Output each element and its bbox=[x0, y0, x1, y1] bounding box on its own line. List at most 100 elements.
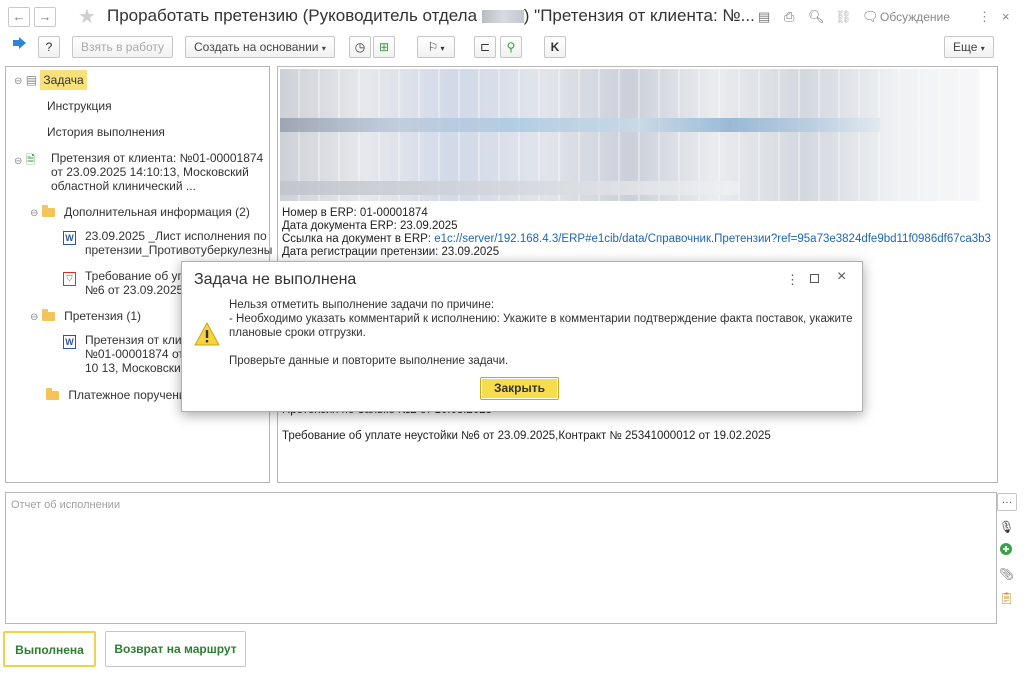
doc1-line-1: 23.09.2025 _Лист исполнения по bbox=[85, 229, 267, 243]
back-button[interactable]: ← bbox=[8, 7, 30, 27]
tree-item-doc2[interactable]: Требование об упл №6 от 23.09.2025 bbox=[85, 269, 191, 297]
discussion-label[interactable]: Обсуждение bbox=[880, 10, 950, 24]
window-menu-button[interactable]: ⋮ bbox=[978, 9, 991, 25]
close-window-icon[interactable]: × bbox=[1002, 9, 1010, 24]
collapse-icon[interactable]: ⊖ bbox=[30, 208, 38, 219]
done-button[interactable]: Выполнена bbox=[3, 631, 96, 667]
link-icon[interactable]: ⛓︎ bbox=[835, 9, 852, 25]
flag-menu-button[interactable]: ⚐ ▾ bbox=[417, 36, 455, 58]
more-button[interactable]: Еще ▾ bbox=[944, 36, 994, 58]
tree-item-doc1[interactable]: 23.09.2025 _Лист исполнения по претензии… bbox=[85, 229, 272, 257]
erp-link[interactable]: e1c://server/192.168.4.3/ERP#e1cib/data/… bbox=[434, 233, 991, 245]
attach-icon[interactable]: 📎︎ bbox=[999, 567, 1014, 581]
collapse-icon[interactable]: ⊖ bbox=[14, 76, 22, 87]
forward-button[interactable]: → bbox=[34, 7, 56, 27]
word-doc-icon-wrap: W bbox=[63, 230, 76, 245]
flag-icon: ⚐ bbox=[427, 40, 439, 54]
claim-line-2: от 23.09.2025 14:10:13, Московский bbox=[51, 165, 249, 179]
claim-doc-line-3: 10 13, Московский bbox=[85, 361, 188, 375]
erp-date: Дата документа ERP: 23.09.2025 bbox=[282, 220, 458, 232]
k-button[interactable]: K bbox=[544, 36, 566, 58]
folder-icon bbox=[46, 388, 59, 401]
folder-icon bbox=[41, 205, 55, 218]
tree-item-history[interactable]: История выполнения bbox=[47, 125, 165, 139]
form-icon: ▤ bbox=[25, 73, 38, 87]
claims-folder-label: Претензия (1) bbox=[64, 309, 142, 323]
document-arrow-icon: 🗎︎ bbox=[25, 153, 36, 167]
help-icon[interactable]: ? bbox=[38, 36, 60, 58]
claim-line-1: Претензия от клиента: №01-00001874 bbox=[51, 151, 264, 165]
claim-line-3: областной клинический ... bbox=[51, 179, 196, 193]
penalty-line: Требование об уплате неустойки №6 от 23.… bbox=[282, 430, 771, 442]
more-label: Еще bbox=[953, 40, 978, 54]
claim-doc-line-1: Претензия от клие bbox=[85, 333, 189, 347]
open-editor-button[interactable]: … bbox=[997, 493, 1017, 511]
word-doc-icon: W bbox=[63, 335, 76, 349]
chevron-down-icon: ▾ bbox=[321, 44, 326, 53]
redacted-chip bbox=[481, 10, 524, 24]
doc2-line-2: №6 от 23.09.2025 bbox=[85, 283, 184, 297]
tree-item-claim[interactable]: ⊖ 🗎︎ bbox=[14, 151, 35, 172]
print-icon[interactable]: ⎙ bbox=[784, 9, 794, 25]
chevron-down-icon: ▾ bbox=[438, 44, 445, 53]
redacted-strip bbox=[280, 181, 740, 195]
tree-item-task-label: Задача bbox=[40, 70, 87, 90]
doc1-line-2: претензии_Противотуберкулезны bbox=[85, 243, 273, 257]
save-icon[interactable]: ▤ bbox=[758, 9, 770, 25]
redacted-strip bbox=[280, 118, 880, 132]
window-title: Проработать претензию (Руководитель отде… bbox=[107, 6, 755, 26]
report-field[interactable]: Отчет об исполнении bbox=[5, 492, 997, 624]
add-icon[interactable] bbox=[999, 543, 1013, 557]
folder-icon bbox=[41, 309, 55, 322]
extra-info-label: Дополнительная информация (2) bbox=[64, 205, 250, 219]
registration-date: Дата регистрации претензии: 23.09.2025 bbox=[282, 246, 500, 258]
discussion-icon[interactable]: 🗨︎ bbox=[862, 9, 879, 25]
error-dialog: Задача не выполнена ⋮ × Нельзя отметить … bbox=[181, 261, 863, 412]
tree-item-extra-info[interactable]: ⊖ Дополнительная информация (2) bbox=[30, 205, 250, 219]
add-subtask-icon[interactable]: ⊞ bbox=[373, 36, 395, 58]
create-based-on-label: Создать на основании bbox=[194, 40, 319, 54]
warning-icon bbox=[194, 321, 220, 349]
erp-link-row: Ссылка на документ в ERP: e1c://server/1… bbox=[282, 233, 991, 245]
take-to-work-button[interactable]: Взять в работу bbox=[72, 36, 174, 58]
claim-doc-line-2: №01-00001874 от bbox=[85, 347, 184, 361]
doc2-line-1: Требование об упл bbox=[85, 269, 192, 283]
collapse-icon[interactable]: ⊖ bbox=[30, 312, 38, 323]
dialog-line-3: плановые сроки отгрузки. bbox=[229, 327, 366, 339]
tree-item-instruction[interactable]: Инструкция bbox=[47, 99, 112, 113]
title-suffix: ) "Претензия от клиента: №... bbox=[523, 6, 755, 25]
erp-number: Номер в ERP: 01-00001874 bbox=[282, 207, 428, 219]
tree-item-claim-doc[interactable]: Претензия от клие №01-00001874 от 10 13,… bbox=[85, 333, 188, 375]
title-prefix: Проработать претензию (Руководитель отде… bbox=[107, 6, 478, 25]
report-placeholder: Отчет об исполнении bbox=[11, 499, 121, 511]
add-user-icon[interactable]: ⚲ bbox=[500, 36, 522, 58]
tree-item-claims-folder[interactable]: ⊖ Претензия (1) bbox=[30, 309, 141, 323]
dialog-close-icon[interactable]: × bbox=[837, 268, 846, 286]
chevron-down-icon: ▾ bbox=[980, 44, 985, 53]
dialog-close-button[interactable]: Закрыть bbox=[480, 377, 559, 400]
dialog-title: Задача не выполнена bbox=[194, 271, 357, 288]
payment-label: Платежное поручение bbox=[68, 388, 193, 402]
erp-link-label: Ссылка на документ в ERP: bbox=[282, 233, 431, 245]
clipboard-icon[interactable]: 📋︎ bbox=[999, 591, 1014, 605]
collapse-icon[interactable]: ⊖ bbox=[14, 156, 22, 167]
tree-item-task[interactable]: ⊖ ▤ Задача bbox=[14, 70, 87, 90]
go-forward-icon[interactable] bbox=[8, 36, 30, 58]
dialog-menu-icon[interactable]: ⋮ bbox=[786, 272, 799, 288]
favorite-star-icon[interactable]: ★ bbox=[78, 4, 96, 29]
word-doc-icon: W bbox=[63, 231, 76, 245]
microphone-icon[interactable]: 🎙︎ bbox=[999, 520, 1014, 534]
return-to-route-button[interactable]: Возврат на маршрут bbox=[105, 631, 246, 667]
tree-item-payment[interactable]: Платежное поручение bbox=[46, 388, 192, 402]
preview-icon[interactable]: 🔍︎ bbox=[808, 9, 825, 25]
word-doc-icon-wrap: W bbox=[63, 334, 76, 349]
maximize-icon[interactable] bbox=[810, 274, 819, 283]
hierarchy-icon[interactable]: ⊏ bbox=[474, 36, 496, 58]
dialog-line-2: - Необходимо указать комментарий к испол… bbox=[229, 313, 853, 325]
clock-icon[interactable]: ◷ bbox=[349, 36, 371, 58]
dialog-line-1: Нельзя отметить выполнение задачи по при… bbox=[229, 299, 495, 311]
dialog-line-4: Проверьте данные и повторите выполнение … bbox=[229, 355, 509, 367]
tree-item-claim-text[interactable]: Претензия от клиента: №01-00001874 от 23… bbox=[51, 151, 263, 193]
pdf-icon-wrap: ⛉ bbox=[63, 270, 76, 286]
create-based-on-button[interactable]: Создать на основании ▾ bbox=[185, 36, 335, 58]
